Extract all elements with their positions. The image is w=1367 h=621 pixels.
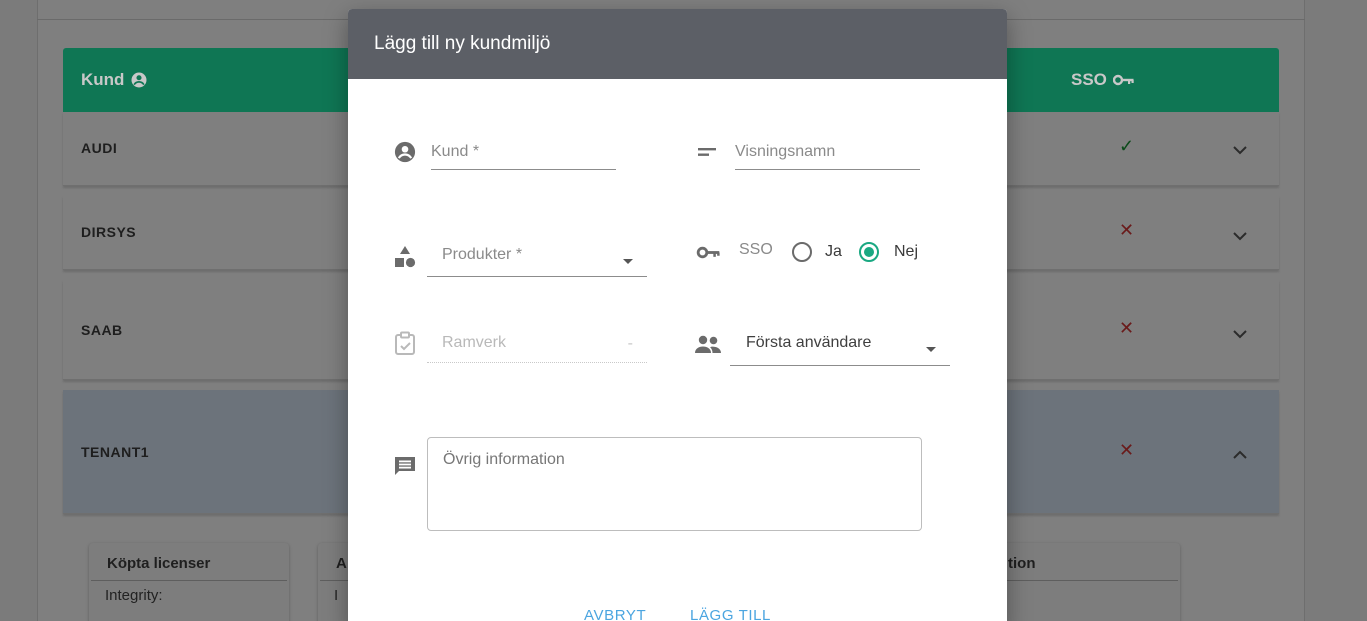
row-name: SAAB	[81, 322, 123, 338]
sso-label: SSO	[739, 241, 773, 258]
header-sso[interactable]: SSO	[1071, 70, 1135, 90]
detail-card-3-title: tion	[992, 543, 1178, 581]
forsta-anvandare-label: Första användare	[746, 334, 872, 351]
licenses-card: Köpta licenser Integrity:	[89, 543, 289, 621]
header-sso-label: SSO	[1071, 70, 1107, 89]
dialog-title: Lägg till ny kundmiljö	[374, 33, 551, 54]
sso-cross-icon: ✕	[1119, 220, 1135, 240]
kund-placeholder: Kund *	[431, 143, 480, 160]
clipboard-check-icon	[394, 331, 416, 355]
header-kund-label: Kund	[81, 70, 125, 89]
add-customer-dialog: Lägg till ny kundmiljö Kund * Visningsna…	[348, 9, 1007, 621]
category-shapes-icon	[394, 245, 416, 269]
ovrig-information-textarea[interactable]: Övrig information	[427, 437, 922, 531]
sso-radio-ja[interactable]	[792, 242, 812, 262]
add-button[interactable]: LÄGG TILL	[690, 607, 771, 621]
account-circle-icon	[394, 141, 416, 163]
sso-radio-nej[interactable]	[859, 242, 879, 262]
dialog-header: Lägg till ny kundmiljö	[348, 9, 1007, 79]
visningsnamn-input[interactable]: Visningsnamn	[735, 143, 920, 170]
dropdown-arrow-icon	[623, 259, 633, 264]
licenses-card-title: Köpta licenser	[91, 543, 287, 581]
chevron-down-icon[interactable]	[1233, 142, 1247, 160]
short-text-icon	[698, 145, 718, 159]
dropdown-arrow-icon	[926, 347, 936, 352]
ovrig-information-placeholder: Övrig information	[443, 451, 565, 468]
key-icon	[696, 245, 722, 259]
produkter-select[interactable]: Produkter *	[427, 241, 647, 277]
forsta-anvandare-select[interactable]: Första användare	[730, 329, 950, 366]
row-name: AUDI	[81, 140, 118, 156]
row-name: DIRSYS	[81, 224, 137, 240]
sso-check-icon: ✓	[1119, 136, 1135, 156]
ramverk-dash: -	[627, 335, 633, 352]
produkter-label: Produkter *	[442, 246, 523, 263]
chevron-up-icon[interactable]	[1233, 446, 1247, 464]
ramverk-select: Ramverk -	[427, 329, 647, 363]
comment-icon	[394, 455, 416, 477]
cancel-button[interactable]: AVBRYT	[584, 607, 646, 621]
account-circle-icon	[131, 72, 147, 88]
detail-card-3: tion	[990, 543, 1180, 621]
chevron-down-icon[interactable]	[1233, 326, 1247, 344]
sso-radio-ja-label[interactable]: Ja	[825, 243, 842, 261]
row-name: TENANT1	[81, 444, 150, 460]
chevron-down-icon[interactable]	[1233, 228, 1247, 246]
kund-input[interactable]: Kund *	[431, 143, 616, 170]
sso-radio-nej-label[interactable]: Nej	[894, 243, 918, 261]
header-kund[interactable]: Kund	[81, 70, 148, 90]
visningsnamn-placeholder: Visningsnamn	[735, 143, 836, 160]
licenses-card-line: Integrity:	[105, 587, 163, 604]
key-icon	[1112, 74, 1134, 86]
sso-cross-icon: ✕	[1119, 318, 1135, 338]
people-icon	[694, 333, 722, 355]
ramverk-label: Ramverk	[442, 334, 507, 351]
sso-cross-icon: ✕	[1119, 440, 1135, 460]
